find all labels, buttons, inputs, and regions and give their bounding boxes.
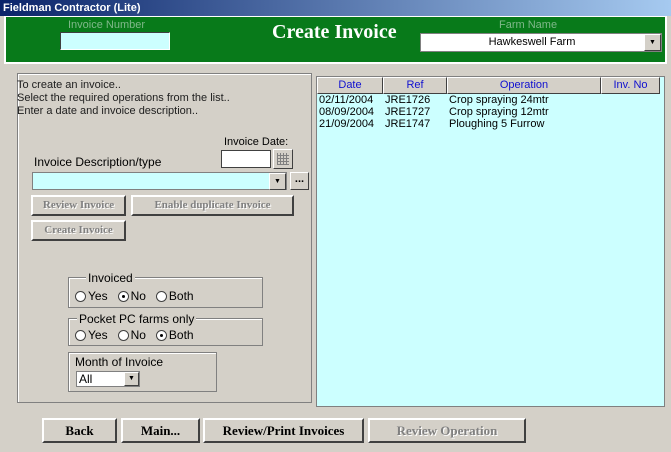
main-button[interactable]: Main... — [121, 418, 200, 443]
instruction-line: Enter a date and invoice description.. — [17, 105, 199, 117]
chevron-down-icon[interactable]: ▼ — [644, 34, 661, 51]
chevron-down-icon[interactable]: ▼ — [269, 173, 286, 190]
pocket-pc-legend: Pocket PC farms only — [77, 312, 197, 326]
month-select[interactable]: All ▼ — [76, 371, 140, 387]
column-header-inv-no[interactable]: Inv. No — [601, 77, 660, 94]
cell-date: 02/11/2004 — [319, 94, 374, 106]
table-header: Date Ref Operation Inv. No — [317, 77, 660, 94]
operations-table[interactable]: Date Ref Operation Inv. No 02/11/2004 JR… — [316, 76, 665, 407]
cell-inv-no — [601, 94, 660, 106]
radio-label: No — [130, 328, 146, 342]
farm-name-label: Farm Name — [499, 19, 558, 31]
table-body: 02/11/2004 JRE1726 Crop spraying 24mtr 0… — [317, 94, 660, 130]
invoice-description-select[interactable]: ▼ — [32, 172, 287, 190]
column-header-ref[interactable]: Ref — [383, 77, 447, 94]
cell-inv-no — [601, 118, 660, 130]
cell-inv-no — [601, 106, 660, 118]
cell-ref: JRE1727 — [385, 106, 431, 118]
month-legend: Month of Invoice — [73, 355, 166, 369]
cell-date: 08/09/2004 — [319, 106, 375, 118]
invoice-date-label: Invoice Date: — [224, 136, 289, 148]
instructions: To create an invoice.. Select the requir… — [17, 79, 307, 118]
review-print-invoices-button[interactable]: Review/Print Invoices — [203, 418, 364, 443]
pocket-pc-both-radio[interactable]: Both — [155, 328, 194, 342]
calendar-icon — [277, 153, 289, 165]
radio-label: Both — [168, 328, 194, 342]
invoice-number-label: Invoice Number — [68, 19, 146, 31]
cell-operation: Crop spraying 24mtr — [449, 94, 549, 106]
column-header-operation[interactable]: Operation — [447, 77, 601, 94]
create-invoice-button[interactable]: Create Invoice — [31, 220, 126, 241]
chevron-down-icon[interactable]: ▼ — [124, 372, 139, 386]
instruction-line: Select the required operations from the … — [17, 92, 230, 104]
window-titlebar: Fieldman Contractor (Lite) — [0, 0, 671, 16]
cell-date: 21/09/2004 — [319, 118, 375, 130]
header-panel: Invoice Number Create Invoice Farm Name … — [4, 16, 667, 64]
invoiced-group: Invoiced Yes No Both — [68, 271, 263, 308]
cell-ref: JRE1726 — [385, 94, 431, 106]
cell-operation: Crop spraying 12mtr — [449, 106, 549, 118]
month-value: All — [79, 372, 93, 386]
radio-label: Both — [168, 289, 194, 303]
invoiced-no-radio[interactable]: No — [117, 289, 146, 303]
page-title: Create Invoice — [272, 21, 397, 43]
table-row[interactable]: 08/09/2004 JRE1727 Crop spraying 12mtr — [317, 106, 660, 118]
invoice-date-input[interactable] — [221, 150, 271, 168]
radio-label: Yes — [88, 328, 108, 342]
review-operation-button[interactable]: Review Operation — [368, 418, 526, 443]
pocket-pc-no-radio[interactable]: No — [117, 328, 146, 342]
table-row[interactable]: 02/11/2004 JRE1726 Crop spraying 24mtr — [317, 94, 660, 106]
cell-ref: JRE1747 — [385, 118, 431, 130]
browse-description-button[interactable]: ... — [290, 172, 309, 190]
instruction-line: To create an invoice.. — [17, 79, 121, 91]
calendar-button[interactable] — [273, 149, 293, 169]
farm-name-value: Hawkeswell Farm — [488, 36, 576, 48]
invoiced-both-radio[interactable]: Both — [155, 289, 194, 303]
enable-duplicate-invoice-button[interactable]: Enable duplicate Invoice — [131, 195, 294, 216]
invoice-description-label: Invoice Description/type — [34, 155, 162, 169]
table-row[interactable]: 21/09/2004 JRE1747 Ploughing 5 Furrow — [317, 118, 660, 130]
back-button[interactable]: Back — [42, 418, 117, 443]
farm-name-select[interactable]: Hawkeswell Farm ▼ — [420, 33, 662, 52]
pocket-pc-group: Pocket PC farms only Yes No Both — [68, 312, 263, 346]
review-invoice-button[interactable]: Review Invoice — [31, 195, 126, 216]
radio-label: No — [130, 289, 146, 303]
column-header-date[interactable]: Date — [317, 77, 383, 94]
radio-label: Yes — [88, 289, 108, 303]
cell-operation: Ploughing 5 Furrow — [449, 118, 545, 130]
pocket-pc-yes-radio[interactable]: Yes — [75, 328, 108, 342]
invoice-number-input[interactable] — [60, 32, 170, 50]
invoiced-yes-radio[interactable]: Yes — [75, 289, 108, 303]
invoiced-legend: Invoiced — [86, 271, 135, 285]
